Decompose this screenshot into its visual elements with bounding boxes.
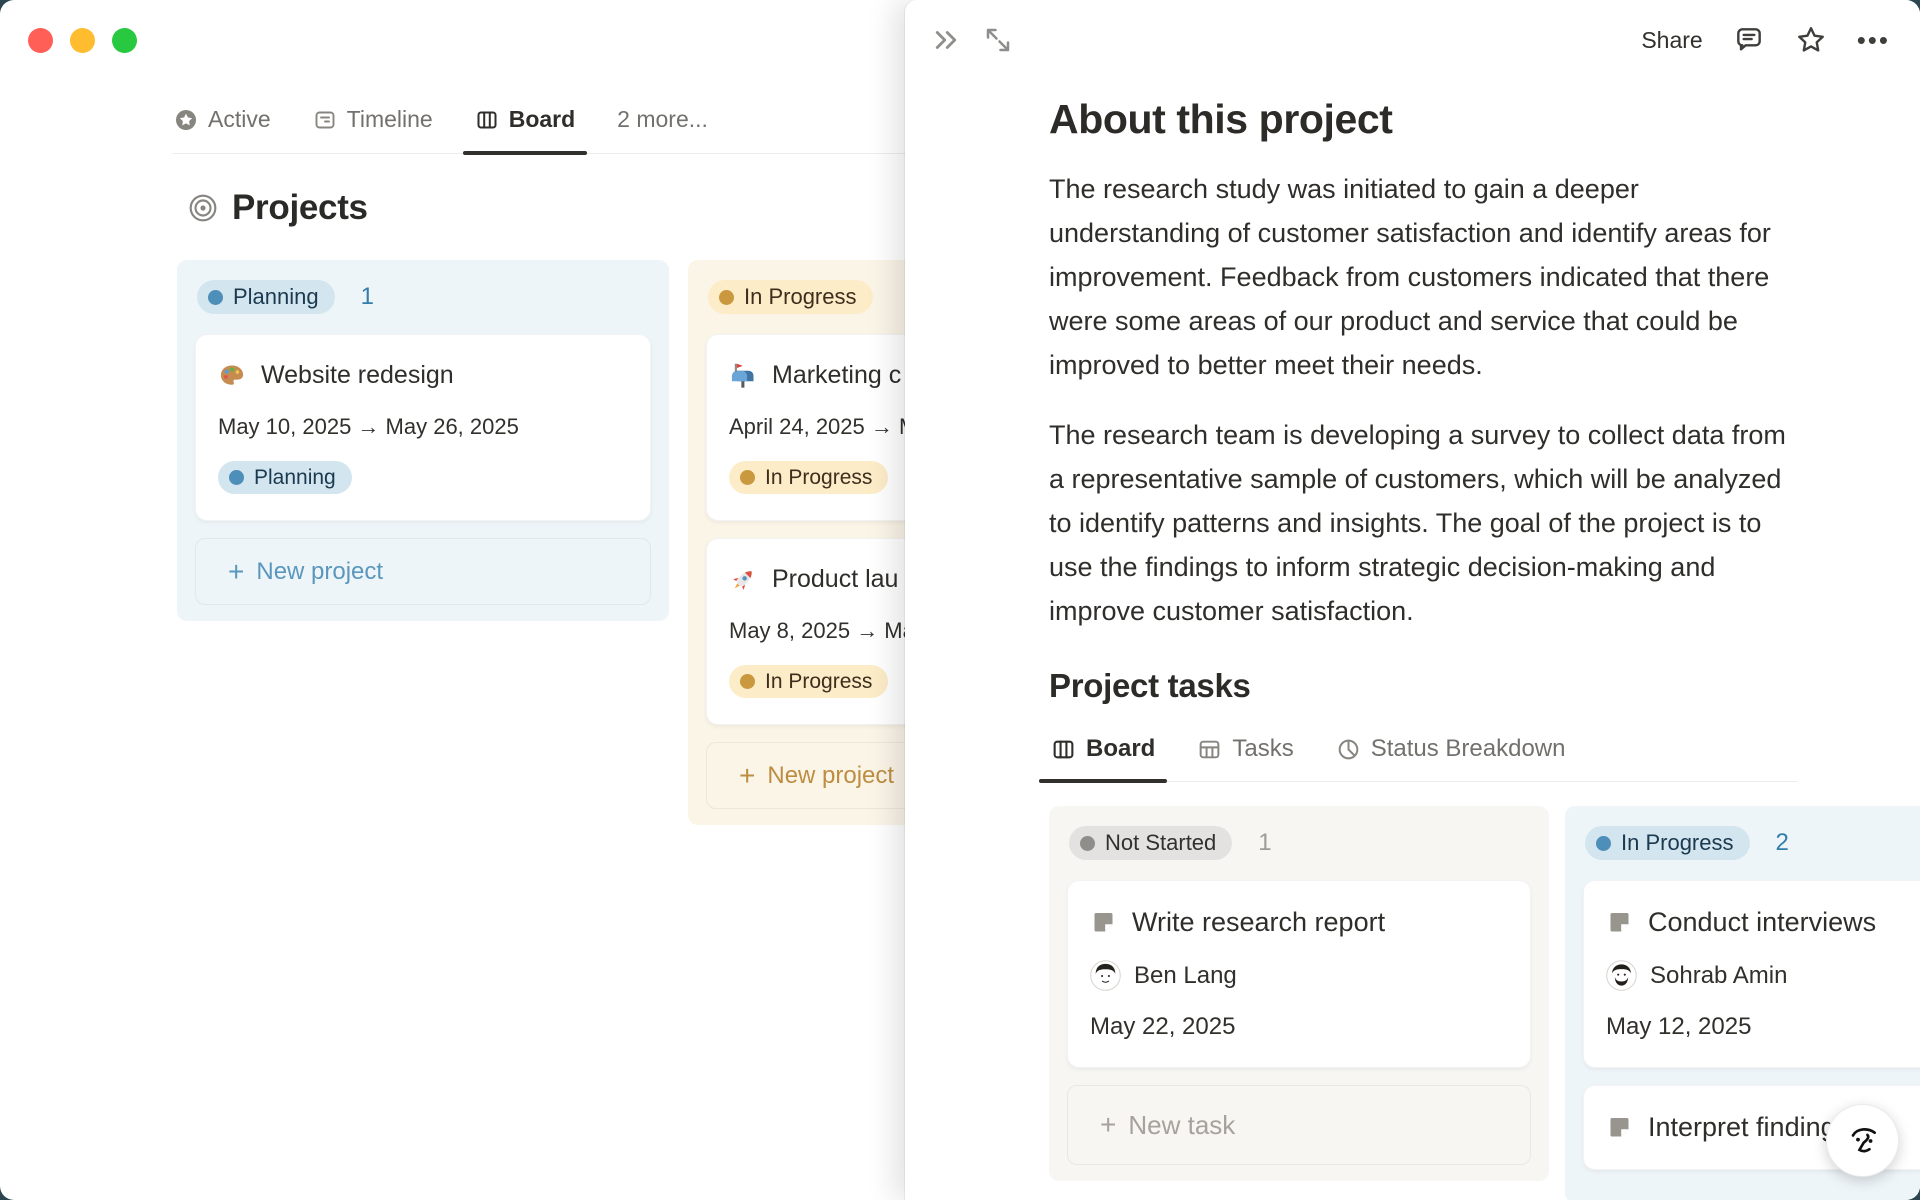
tab-label: 2 more...	[617, 106, 708, 132]
status-badge: Planning	[197, 280, 335, 314]
task-title: Interpret findings	[1648, 1112, 1850, 1142]
page-icon	[1606, 909, 1633, 936]
task-card[interactable]: Write research report Ben Lang May 22, 2…	[1067, 880, 1531, 1068]
status-dot	[229, 470, 244, 485]
table-icon	[1197, 737, 1222, 762]
page-header: Projects	[188, 188, 368, 228]
palette-emoji-icon	[218, 362, 246, 390]
plus-icon: +	[1100, 1109, 1117, 1140]
page-icon	[1606, 1114, 1633, 1141]
tab-active-view[interactable]: Active	[172, 100, 273, 153]
column-header: In Progress 2	[1585, 826, 1920, 860]
task-title: Write research report	[1132, 907, 1386, 937]
assignee-name: Sohrab Amin	[1650, 961, 1788, 989]
tasks-view-tabs: Board Tasks Status Breakdown	[1038, 731, 1797, 783]
tab-status-breakdown[interactable]: Status Breakdown	[1334, 731, 1568, 781]
close-peek-icon[interactable]	[931, 25, 961, 55]
plus-icon: +	[228, 555, 245, 587]
about-heading: About this project	[1049, 96, 1393, 142]
status-dot	[719, 289, 734, 305]
tab-board-view[interactable]: Board	[462, 100, 588, 155]
target-icon	[188, 193, 218, 223]
status-dot	[1596, 835, 1611, 851]
status-badge: In Progress	[729, 665, 889, 698]
tab-label: Active	[208, 106, 271, 132]
tasks-board: Not Started 1 Write research report Ben …	[1049, 806, 1920, 1200]
project-title: Marketing c	[772, 361, 902, 389]
favorite-star-icon[interactable]	[1795, 24, 1827, 56]
about-paragraph-2: The research team is developing a survey…	[1049, 420, 1786, 626]
status-badge: In Progress	[1585, 826, 1750, 860]
column-not-started: Not Started 1 Write research report Ben …	[1049, 806, 1549, 1181]
timeline-icon	[313, 108, 337, 132]
page-icon	[1090, 909, 1117, 936]
assignee-row: Ben Lang	[1090, 960, 1508, 991]
mailbox-emoji-icon	[729, 362, 757, 390]
tab-tasks-table[interactable]: Tasks	[1195, 731, 1295, 781]
task-title: Conduct interviews	[1648, 907, 1877, 937]
page-title: Projects	[232, 188, 368, 227]
column-count: 1	[1258, 829, 1272, 856]
peek-panel: Share ••• About this project The researc…	[905, 0, 1920, 1200]
project-tasks-heading: Project tasks	[1049, 667, 1251, 704]
avatar	[1606, 960, 1637, 991]
tab-label: Board	[508, 106, 576, 132]
new-project-button[interactable]: + New project	[195, 538, 651, 605]
project-dates: May 10, 2025 → May 26, 2025	[218, 414, 519, 439]
status-dot	[1080, 835, 1095, 851]
status-badge: In Progress	[729, 461, 889, 494]
share-button[interactable]: Share	[1641, 27, 1702, 54]
window-controls	[28, 28, 137, 53]
column-header: Not Started 1	[1069, 826, 1529, 860]
tab-label: Timeline	[346, 106, 433, 132]
comments-icon[interactable]	[1733, 24, 1765, 56]
zoom-window-button[interactable]	[112, 28, 137, 53]
tab-label: Status Breakdown	[1370, 735, 1566, 762]
project-title: Product lau	[772, 565, 899, 593]
status-badge: Not Started	[1069, 826, 1233, 860]
rocket-emoji-icon	[729, 566, 757, 594]
project-title: Website redesign	[261, 361, 454, 389]
column-planning: Planning 1 Website redesign May 10, 2025…	[177, 260, 669, 621]
assignee-row: Sohrab Amin	[1606, 960, 1920, 991]
status-dot	[740, 674, 755, 689]
close-window-button[interactable]	[28, 28, 53, 53]
pie-chart-icon	[1336, 737, 1361, 762]
new-task-button[interactable]: + New task	[1067, 1085, 1531, 1165]
notion-window: Active Timeline Board 2 more... Projects	[0, 0, 1920, 1200]
tab-board-tasks[interactable]: Board	[1038, 731, 1168, 783]
task-card[interactable]: Conduct interviews Sohrab Amin May 12, 2…	[1583, 880, 1920, 1068]
more-options-icon[interactable]: •••	[1857, 25, 1890, 56]
peek-content: About this project The research study wa…	[1038, 96, 1920, 1200]
tab-more-views[interactable]: 2 more...	[615, 100, 710, 153]
column-header: Planning 1	[197, 280, 649, 314]
tab-label: Board	[1086, 735, 1156, 762]
expand-page-icon[interactable]	[983, 25, 1013, 55]
minimize-window-button[interactable]	[70, 28, 95, 53]
task-date: May 12, 2025	[1606, 1013, 1752, 1040]
status-dot	[740, 470, 755, 485]
status-dot	[208, 289, 223, 305]
peek-toolbar: Share •••	[905, 0, 1920, 80]
tab-timeline-view[interactable]: Timeline	[311, 100, 435, 153]
board-icon	[1051, 737, 1076, 762]
about-paragraph-1: The research study was initiated to gain…	[1049, 174, 1771, 380]
board-icon	[475, 108, 499, 132]
avatar	[1090, 960, 1121, 991]
column-count: 1	[360, 283, 374, 310]
task-date: May 22, 2025	[1090, 1013, 1236, 1040]
column-count: 2	[1775, 829, 1789, 856]
notion-ai-button[interactable]	[1826, 1104, 1899, 1177]
assignee-name: Ben Lang	[1134, 961, 1237, 989]
star-circle-icon	[174, 108, 198, 132]
view-tabs: Active Timeline Board 2 more...	[172, 100, 905, 155]
plus-icon: +	[739, 759, 756, 791]
status-badge: In Progress	[708, 280, 873, 314]
status-badge: Planning	[218, 461, 352, 494]
tab-label: Tasks	[1232, 735, 1294, 762]
project-card[interactable]: Website redesign May 10, 2025 → May 26, …	[195, 334, 651, 521]
